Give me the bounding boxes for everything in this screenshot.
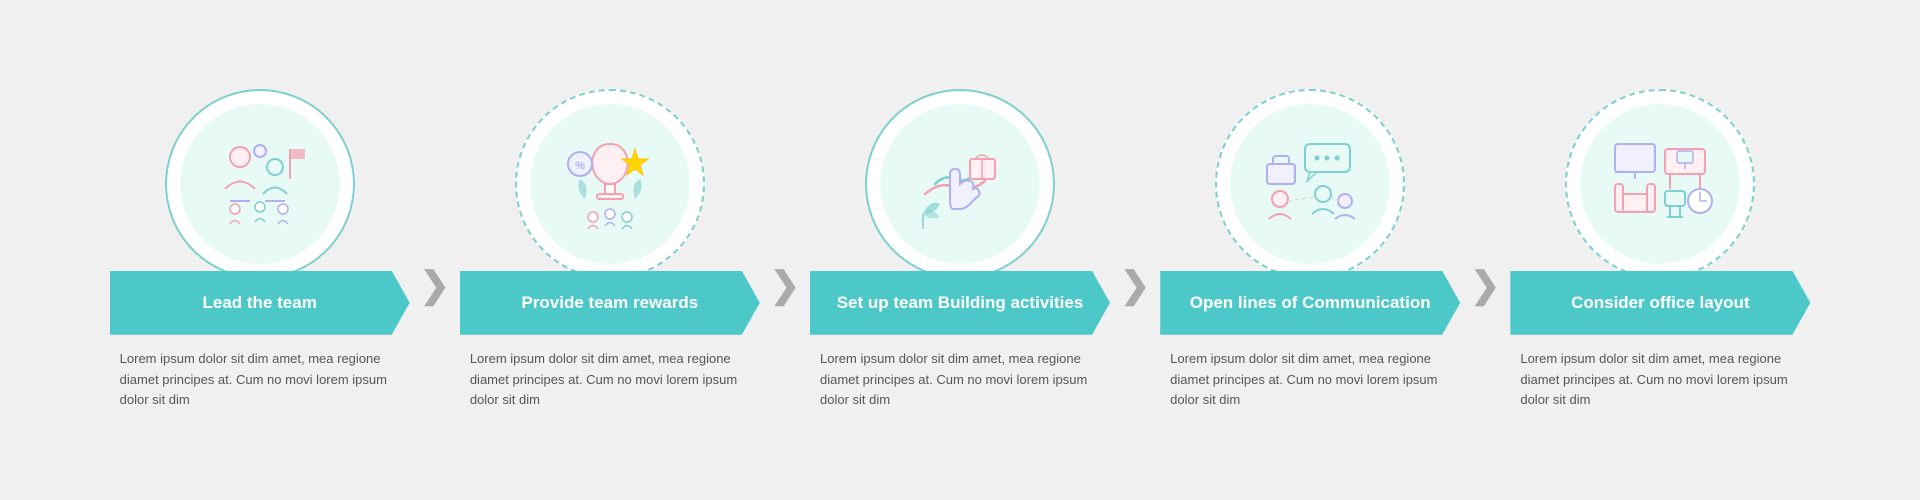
arrow-4-icon: ❯ [1470,264,1500,306]
step-5-description: Lorem ipsum dolor sit dim amet, mea regi… [1510,349,1810,411]
arrow-1: ❯ [420,194,450,306]
step-4-banner: Open lines of Communication [1160,271,1460,335]
infographic: Lead the team Lorem ipsum dolor sit dim … [10,10,1910,490]
step-3: Set up team Building activities Lorem ip… [790,89,1130,411]
step-1-circle [165,89,355,279]
communication-icon [1255,129,1365,239]
step-1: Lead the team Lorem ipsum dolor sit dim … [90,89,430,411]
step-2-circle: % [515,89,705,279]
arrow-2-icon: ❯ [770,264,800,306]
step-2: % Provide team rewards Lorem ipsum dolor… [440,89,780,411]
step-4-title: Open lines of Communication [1190,292,1431,314]
step-5-circle [1565,89,1755,279]
step-4-description: Lorem ipsum dolor sit dim amet, mea regi… [1160,349,1460,411]
rewards-icon: % [555,129,665,239]
step-2-title: Provide team rewards [521,292,698,314]
arrow-3: ❯ [1120,194,1150,306]
step-5-banner: Consider office layout [1510,271,1810,335]
step-3-description: Lorem ipsum dolor sit dim amet, mea regi… [810,349,1110,411]
step-3-circle [865,89,1055,279]
step-4: Open lines of Communication Lorem ipsum … [1140,89,1480,411]
arrow-3-icon: ❯ [1120,264,1150,306]
step-3-banner: Set up team Building activities [810,271,1110,335]
step-5: Consider office layout Lorem ipsum dolor… [1490,89,1830,411]
step-1-title: Lead the team [203,292,317,314]
lead-icon [205,129,315,239]
step-1-description: Lorem ipsum dolor sit dim amet, mea regi… [110,349,410,411]
activities-icon [905,129,1015,239]
svg-text:%: % [575,160,585,172]
arrow-1-icon: ❯ [420,264,450,306]
step-2-banner: Provide team rewards [460,271,760,335]
step-5-title: Consider office layout [1571,292,1750,314]
step-4-circle [1215,89,1405,279]
office-icon [1605,129,1715,239]
step-2-description: Lorem ipsum dolor sit dim amet, mea regi… [460,349,760,411]
step-1-banner: Lead the team [110,271,410,335]
arrow-4: ❯ [1470,194,1500,306]
step-3-title: Set up team Building activities [837,292,1084,314]
arrow-2: ❯ [770,194,800,306]
